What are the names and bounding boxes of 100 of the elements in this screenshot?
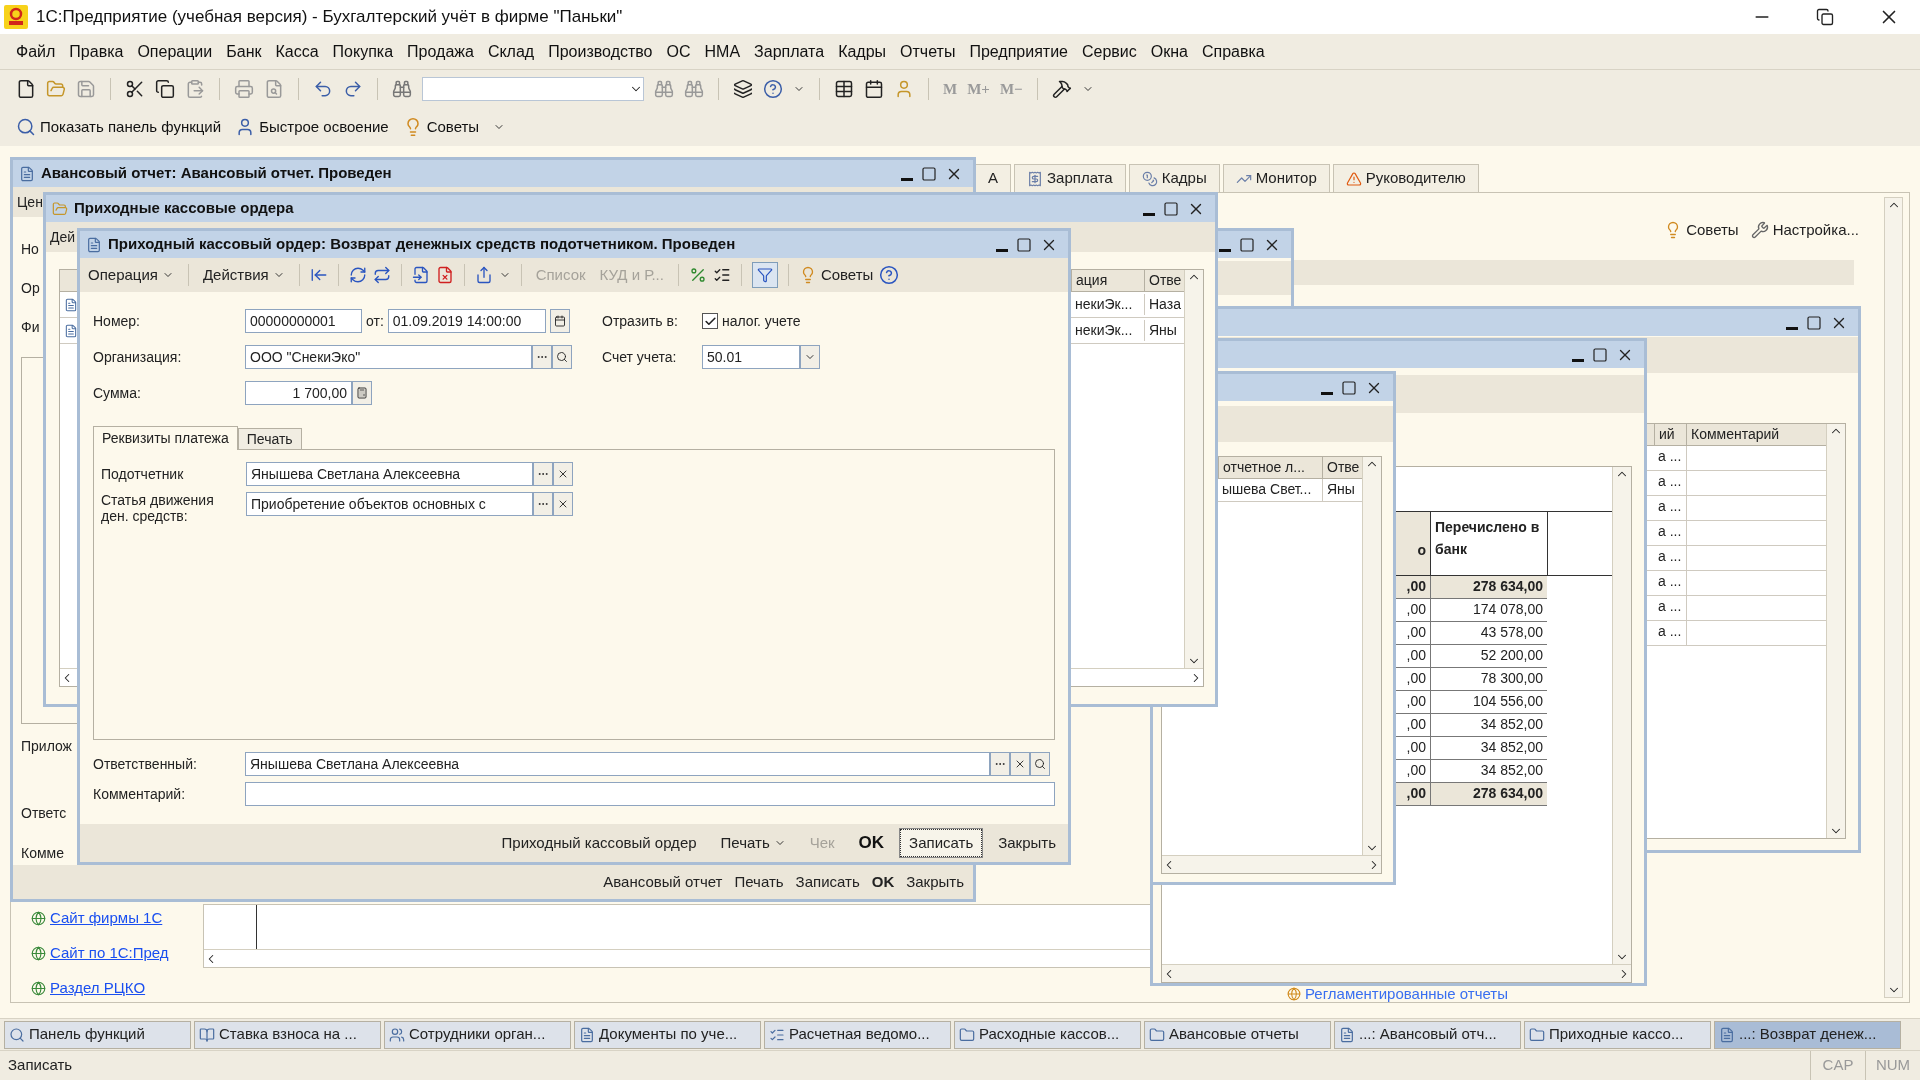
form-button[interactable]: Приходный кассовый ордер [493, 829, 705, 857]
account-field[interactable]: 50.01 [702, 345, 800, 369]
panel-tab[interactable]: А [975, 164, 1011, 192]
number-field[interactable]: 00000000001 [245, 309, 362, 333]
table-cell-text: ,00 [1405, 646, 1427, 665]
window-title: Авансовый отчет: Авансовый отчет. Проведен [41, 163, 392, 184]
field-label: Сумма: [93, 383, 142, 403]
taskbar-item[interactable]: Расчетная ведомо... [764, 1020, 951, 1049]
toolbar-button[interactable]: Быстрое освоение [235, 115, 389, 139]
toolbar-button[interactable]: Показать панель функций [16, 115, 222, 139]
sum-field[interactable]: 1 700,00 [245, 381, 352, 405]
panel-tab[interactable]: Зарплата [1014, 164, 1126, 192]
table-cell-text: а ... [1657, 547, 1683, 566]
menu-item[interactable]: Покупка [332, 39, 394, 64]
field-label: Ответс [21, 804, 67, 823]
toolbar-button[interactable]: Советы [402, 115, 480, 139]
menu-item[interactable]: Предприятие [969, 39, 1068, 64]
menu-item[interactable]: Операции [137, 39, 213, 64]
table-cell: 278 634,00 [1430, 576, 1547, 598]
panel-tab[interactable]: Кадры [1128, 164, 1220, 192]
table-cell-text: ,00 [1405, 623, 1427, 642]
toolbar-label[interactable]: Дей [50, 226, 76, 248]
taskbar-item[interactable]: Ставка взноса на ... [194, 1020, 381, 1049]
menu-item[interactable]: ОС [666, 39, 691, 64]
menu-item[interactable]: Правка [69, 39, 124, 64]
menu-item[interactable]: Справка [1202, 39, 1265, 64]
panel-tab[interactable]: Руководителю [1332, 164, 1479, 192]
panel-tab[interactable]: Монитор [1222, 164, 1330, 192]
table-cell-text: ышева Свет... [1221, 480, 1313, 499]
checkbox-label[interactable]: налог. учете [722, 310, 801, 332]
table-cell-text: а ... [1657, 497, 1683, 516]
table-cell: 78 300,00 [1430, 668, 1547, 690]
menu-item[interactable]: Банк [226, 39, 262, 64]
ok-button[interactable]: OK [850, 829, 893, 857]
taskbar-item[interactable]: Авансовые отчеты [1144, 1020, 1331, 1049]
panel-action-button[interactable]: Настройка... [1750, 218, 1859, 241]
menu-item[interactable]: Продажа [407, 39, 474, 64]
table-cell-text: некиЭк... [1074, 321, 1134, 340]
form-tab[interactable]: Печать [237, 428, 302, 449]
organization-field[interactable]: ООО "СнекиЭко" [245, 345, 532, 369]
site-link[interactable]: Раздел РЦКО [50, 978, 146, 998]
table-cell-text: а ... [1657, 597, 1683, 616]
table-cell-text: ,00 [1405, 738, 1427, 757]
toolbar-label[interactable]: Цен [17, 191, 43, 213]
table-cell-text: ,00 [1405, 600, 1427, 619]
responsible-field[interactable]: Янышева Светлана Алексеевна [245, 752, 990, 776]
menu-button[interactable]: Операция [84, 263, 178, 287]
menu-item[interactable]: Файл [16, 39, 56, 64]
reports-link[interactable]: Регламентированные отчеты [1305, 986, 1508, 1002]
taskbar-item[interactable]: Приходные кассо... [1524, 1020, 1711, 1049]
taskbar-item[interactable]: Панель функций [4, 1020, 191, 1049]
table-cell-text: а ... [1657, 572, 1683, 591]
field-label: Счет учета: [602, 347, 678, 367]
menu-item[interactable]: Склад [487, 39, 535, 64]
accountable-field[interactable]: Янышева Светлана Алексеевна [246, 462, 533, 486]
menu-item[interactable]: Отчеты [900, 39, 956, 64]
taskbar-item[interactable]: ...: Авансовый отч... [1334, 1020, 1521, 1049]
menu-button[interactable]: Действия [198, 263, 289, 287]
table-cell-text: ,00 [1405, 692, 1427, 711]
form-button[interactable]: OK [871, 870, 895, 894]
menu-item[interactable]: Сервис [1082, 39, 1137, 64]
menu-item[interactable]: Окна [1150, 39, 1188, 64]
form-button[interactable]: Авансовый отчет [603, 870, 723, 894]
form-button[interactable]: Печать [734, 870, 784, 894]
field-label: Комментарий: [93, 784, 187, 804]
menu-item[interactable]: НМА [704, 39, 741, 64]
print-menu-button[interactable]: Печать [712, 829, 794, 857]
column-header[interactable]: ий [1654, 424, 1686, 445]
menu-item[interactable]: Зарплата [754, 39, 825, 64]
menu-item[interactable]: Касса [275, 39, 319, 64]
cash-flow-field[interactable]: Приобретение объектов основных с [246, 492, 533, 516]
field-label: Отразить в: [602, 311, 679, 331]
field-label: Статья движения ден. средств: [101, 492, 215, 524]
table-cell-text: некиЭк... [1074, 295, 1134, 314]
taskbar-item[interactable]: ...: Возврат денеж... [1714, 1020, 1901, 1049]
taskbar-item[interactable]: Документы по уче... [574, 1020, 761, 1049]
table-cell-text: ,00 [1405, 784, 1427, 803]
site-link[interactable]: Сайт фирмы 1С [50, 908, 163, 928]
menu-item[interactable]: Кадры [838, 39, 887, 64]
table-cell-text: а ... [1657, 447, 1683, 466]
table-cell-text: ,00 [1405, 761, 1427, 780]
menu-item[interactable]: Производство [548, 39, 653, 64]
tips-button[interactable]: Советы [798, 263, 874, 287]
field-label: Организация: [93, 347, 183, 367]
status-indicator: CAP [1810, 1051, 1865, 1080]
table-cell-text: ,00 [1405, 669, 1427, 688]
form-button[interactable]: Записать [795, 870, 860, 894]
form-button[interactable]: Закрыть [990, 829, 1064, 857]
taskbar-item[interactable]: Сотрудники орган... [384, 1020, 571, 1049]
table-cell: 52 200,00 [1430, 645, 1547, 667]
site-link[interactable]: Сайт по 1С:Пред [50, 943, 169, 963]
status-indicator: NUM [1865, 1051, 1920, 1080]
form-tab[interactable]: Реквизиты платежа [93, 426, 238, 450]
save-button[interactable]: Записать [900, 829, 983, 857]
field-label: Прилож [21, 737, 72, 756]
taskbar-item[interactable]: Расходные кассов... [954, 1020, 1141, 1049]
date-field[interactable]: 01.09.2019 14:00:00 [387, 309, 546, 333]
table-cell: 104 556,00 [1430, 691, 1547, 713]
panel-action-button[interactable]: Советы [1664, 218, 1739, 241]
form-button[interactable]: Закрыть [906, 870, 964, 894]
